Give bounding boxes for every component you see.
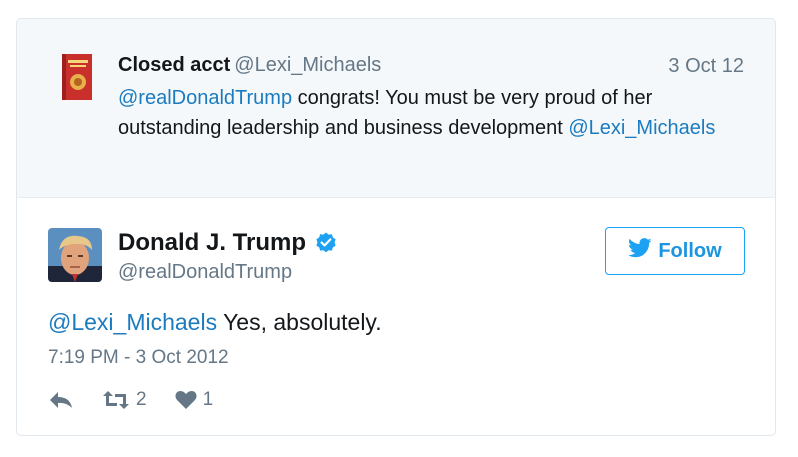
parent-mention-link-end[interactable]: @Lexi_Michaels <box>568 117 715 139</box>
embedded-tweet-card: Closed acct @Lexi_Michaels 3 Oct 12 @real… <box>16 18 776 436</box>
author-display-name[interactable]: Donald J. Trump <box>118 229 306 257</box>
profile-photo-icon <box>48 228 102 282</box>
tweet-body-text: Yes, absolutely. <box>217 309 382 335</box>
reply-action[interactable] <box>48 390 74 410</box>
heart-icon <box>175 390 197 410</box>
retweet-icon <box>102 389 130 411</box>
retweet-action[interactable]: 2 <box>102 389 147 411</box>
parent-tweet[interactable]: Closed acct @Lexi_Michaels 3 Oct 12 @real… <box>17 19 775 198</box>
parent-tweet-text: @realDonaldTrump congrats! You must be v… <box>118 83 738 143</box>
like-count: 1 <box>202 389 214 410</box>
parent-mention-link[interactable]: @realDonaldTrump <box>118 87 292 109</box>
twitter-bird-icon <box>628 238 652 264</box>
author-avatar[interactable] <box>48 228 102 282</box>
follow-label: Follow <box>658 239 722 262</box>
parent-header: Closed acct @Lexi_Michaels <box>118 53 381 77</box>
verified-badge-icon <box>314 231 338 255</box>
parent-date[interactable]: 3 Oct 12 <box>668 55 744 78</box>
like-action[interactable]: 1 <box>175 389 214 411</box>
book-cover-icon <box>62 54 92 100</box>
reply-icon <box>48 390 74 410</box>
follow-button[interactable]: Follow <box>605 227 745 275</box>
tweet-actions: 2 1 <box>48 389 241 411</box>
retweet-count: 2 <box>136 389 147 410</box>
tweet-text: @Lexi_Michaels Yes, absolutely. <box>48 309 382 336</box>
tweet-timestamp[interactable]: 7:19 PM - 3 Oct 2012 <box>48 347 229 369</box>
parent-display-name[interactable]: Closed acct <box>118 54 230 76</box>
author-handle[interactable]: @realDonaldTrump <box>118 261 292 284</box>
author-name-row: Donald J. Trump <box>118 229 338 257</box>
parent-handle[interactable]: @Lexi_Michaels <box>234 54 381 76</box>
parent-avatar[interactable] <box>60 54 94 100</box>
tweet-mention-link[interactable]: @Lexi_Michaels <box>48 309 217 335</box>
